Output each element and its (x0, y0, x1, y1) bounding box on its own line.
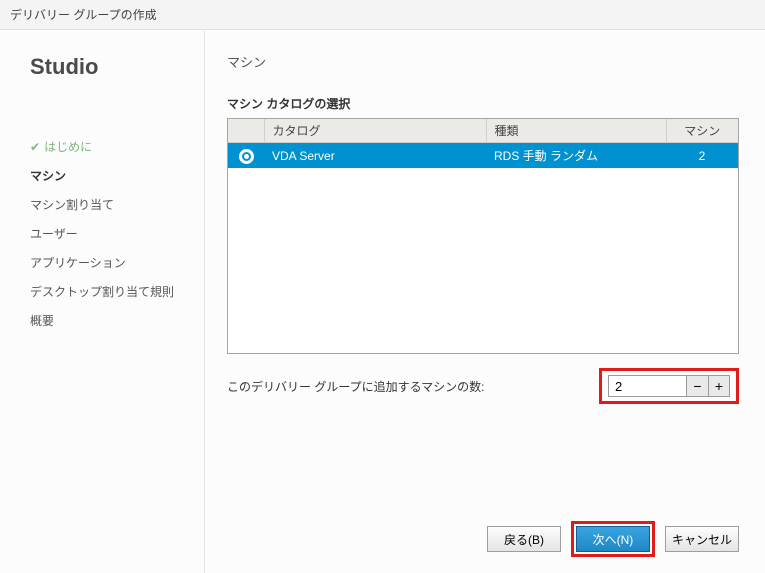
step-applications[interactable]: アプリケーション (30, 248, 204, 277)
step-intro[interactable]: ✔ はじめに (30, 132, 204, 161)
step-label: 概要 (30, 314, 54, 328)
content-panel: マシン マシン カタログの選択 カタログ 種類 マシン (205, 30, 765, 573)
col-machines-header: マシン (666, 119, 738, 143)
col-catalog-header: カタログ (264, 119, 486, 143)
catalog-list: カタログ 種類 マシン VDA Server RDS 手動 ランダム 2 (227, 118, 739, 354)
step-users[interactable]: ユーザー (30, 219, 204, 248)
main-layout: Studio ✔ はじめに マシン マシン割り当て ユーザー アプリケーション デ… (0, 30, 765, 573)
step-label: ユーザー (30, 227, 78, 241)
radio-selected-icon[interactable] (240, 150, 253, 163)
machine-count-label: このデリバリー グループに追加するマシンの数: (227, 378, 583, 395)
brand-logo: Studio (30, 54, 204, 80)
step-summary[interactable]: 概要 (30, 306, 204, 335)
step-label: デスクトップ割り当て規則 (30, 285, 174, 299)
catalog-name-cell: VDA Server (264, 143, 486, 169)
wizard-footer: 戻る(B) 次へ(N) キャンセル (487, 521, 739, 557)
machine-count-row: このデリバリー グループに追加するマシンの数: − + (227, 368, 739, 404)
catalog-machines-cell: 2 (666, 143, 738, 169)
back-button[interactable]: 戻る(B) (487, 526, 561, 552)
increment-button[interactable]: + (708, 375, 730, 397)
sidebar: Studio ✔ はじめに マシン マシン割り当て ユーザー アプリケーション デ… (0, 30, 205, 573)
col-type-header: 種類 (486, 119, 666, 143)
catalog-header-row: カタログ 種類 マシン (228, 119, 738, 143)
step-label: マシン割り当て (30, 198, 114, 212)
machine-count-spinner: − + (608, 375, 730, 397)
catalog-table: カタログ 種類 マシン VDA Server RDS 手動 ランダム 2 (228, 119, 738, 168)
cancel-button[interactable]: キャンセル (665, 526, 739, 552)
window-title: デリバリー グループの作成 (0, 0, 765, 30)
step-machines[interactable]: マシン (30, 161, 204, 190)
next-button-highlight: 次へ(N) (571, 521, 655, 557)
step-label: はじめに (44, 140, 92, 154)
machine-count-highlight: − + (599, 368, 739, 404)
section-title: マシン (227, 52, 739, 71)
catalog-radio-cell[interactable] (228, 143, 264, 169)
step-label: アプリケーション (30, 256, 126, 270)
checkmark-icon: ✔ (30, 140, 40, 154)
catalog-select-title: マシン カタログの選択 (227, 95, 739, 112)
catalog-type-cell: RDS 手動 ランダム (486, 143, 666, 169)
step-label: マシン (30, 169, 66, 183)
catalog-row[interactable]: VDA Server RDS 手動 ランダム 2 (228, 143, 738, 169)
machine-count-input[interactable] (608, 375, 686, 397)
step-desktop-rules[interactable]: デスクトップ割り当て規則 (30, 277, 204, 306)
decrement-button[interactable]: − (686, 375, 708, 397)
wizard-steps: ✔ はじめに マシン マシン割り当て ユーザー アプリケーション デスクトップ割り… (30, 132, 204, 335)
step-machine-assign[interactable]: マシン割り当て (30, 190, 204, 219)
col-radio-header (228, 119, 264, 143)
next-button[interactable]: 次へ(N) (576, 526, 650, 552)
